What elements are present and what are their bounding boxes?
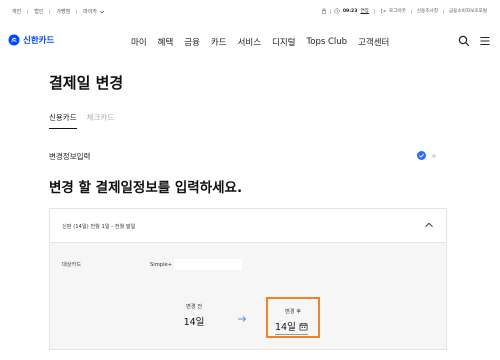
nav-tops-club[interactable]: Tops Club: [307, 37, 348, 47]
consumer-protection-link[interactable]: 금융소비자보호포털: [444, 8, 492, 14]
session-time: 09:23: [342, 8, 358, 14]
nav-card[interactable]: 카드: [211, 36, 227, 48]
more-dropdown[interactable]: 마이카: [77, 8, 105, 15]
session-bar: 09:23 연장 로그아웃 신용조사청 금융소비자보호포털: [316, 8, 492, 14]
after-label: 변경 후: [285, 309, 301, 315]
step-pending-dot: [432, 153, 436, 158]
link-corporate[interactable]: 법인: [28, 8, 49, 15]
link-merchant[interactable]: 가맹점: [50, 8, 76, 15]
divider: [329, 8, 331, 14]
nav-benefits[interactable]: 혜택: [158, 36, 174, 48]
logout-label: 로그아웃: [388, 9, 406, 14]
nav-my[interactable]: 마이: [131, 36, 147, 48]
clock-icon: [334, 8, 340, 14]
billing-period-summary: 신판 (14일) 전월 1일 - 전월 말일: [62, 224, 136, 230]
arrow-right-icon: [238, 316, 247, 322]
logo-text: 신한카드: [23, 36, 55, 46]
tab-check-card[interactable]: 체크카드: [87, 112, 115, 129]
logout-icon: [380, 8, 386, 14]
after-value: 14일: [275, 322, 296, 333]
after-date-selector[interactable]: 변경 후 14일: [266, 297, 320, 338]
menu-icon[interactable]: [479, 35, 491, 47]
calendar-icon[interactable]: [299, 322, 308, 331]
before-label: 변경 전: [186, 304, 202, 310]
page-title: 결제일 변경: [49, 74, 124, 92]
extend-session-link[interactable]: 연장: [360, 8, 368, 14]
billing-change-card: 신판 (14일) 전월 1일 - 전월 말일 대상카드 Simple+ 변경 전…: [49, 208, 447, 350]
masked-card-number: [174, 259, 243, 270]
main-nav: 마이 혜택 금융 카드 서비스 디지털 Tops Club 고객센터: [131, 36, 400, 48]
card-type-tabs: 신용카드 체크카드: [49, 112, 114, 129]
more-dropdown-label: 마이카: [83, 9, 98, 15]
site-type-links: 개인 법인 가맹점 마이카: [6, 8, 105, 15]
target-card-name: Simple+: [150, 261, 173, 268]
nav-digital[interactable]: 디지털: [272, 36, 295, 48]
main-header: 신한카드 마이 혜택 금융 카드 서비스 디지털 Tops Club 고객센터: [0, 26, 500, 56]
before-value: 14일: [183, 317, 205, 328]
utility-bar: 개인 법인 가맹점 마이카 09:23 연장 로그아웃 신용조사청 금융소비자보: [0, 0, 500, 26]
credit-inquiry-link[interactable]: 신용조사청: [412, 8, 443, 14]
card-accordion-header[interactable]: 신판 (14일) 전월 1일 - 전월 말일: [50, 209, 446, 243]
link-personal[interactable]: 개인: [6, 8, 27, 15]
step-indicator: [417, 151, 436, 160]
consumer-protection-label: 금융소비자보호포털: [448, 9, 487, 14]
lock-icon: [321, 8, 326, 14]
nav-service[interactable]: 서비스: [238, 36, 261, 48]
search-icon[interactable]: [458, 35, 470, 47]
nav-customer-center[interactable]: 고객센터: [358, 36, 389, 48]
headline: 변경 할 결제일정보를 입력하세요.: [49, 180, 243, 196]
target-card-label: 대상카드: [62, 262, 82, 268]
shinhan-logo-icon: [8, 34, 20, 46]
header-actions: [458, 35, 491, 47]
credit-inquiry-label: 신용조사청: [416, 9, 438, 14]
nav-finance[interactable]: 금융: [184, 36, 200, 48]
session-timer: 09:23 연장: [316, 8, 374, 14]
step-complete-check-icon: [417, 151, 426, 160]
after-date-picker[interactable]: 14일: [275, 319, 308, 335]
chevron-down-icon: [99, 10, 105, 13]
section-label: 변경정보입력: [49, 152, 91, 161]
chevron-up-icon[interactable]: [424, 220, 434, 230]
logo[interactable]: 신한카드: [8, 34, 54, 46]
logout-link[interactable]: 로그아웃: [375, 8, 411, 14]
tab-credit-card[interactable]: 신용카드: [49, 112, 77, 129]
target-card-value: Simple+: [150, 259, 243, 270]
before-date: 변경 전 14일: [164, 303, 224, 328]
